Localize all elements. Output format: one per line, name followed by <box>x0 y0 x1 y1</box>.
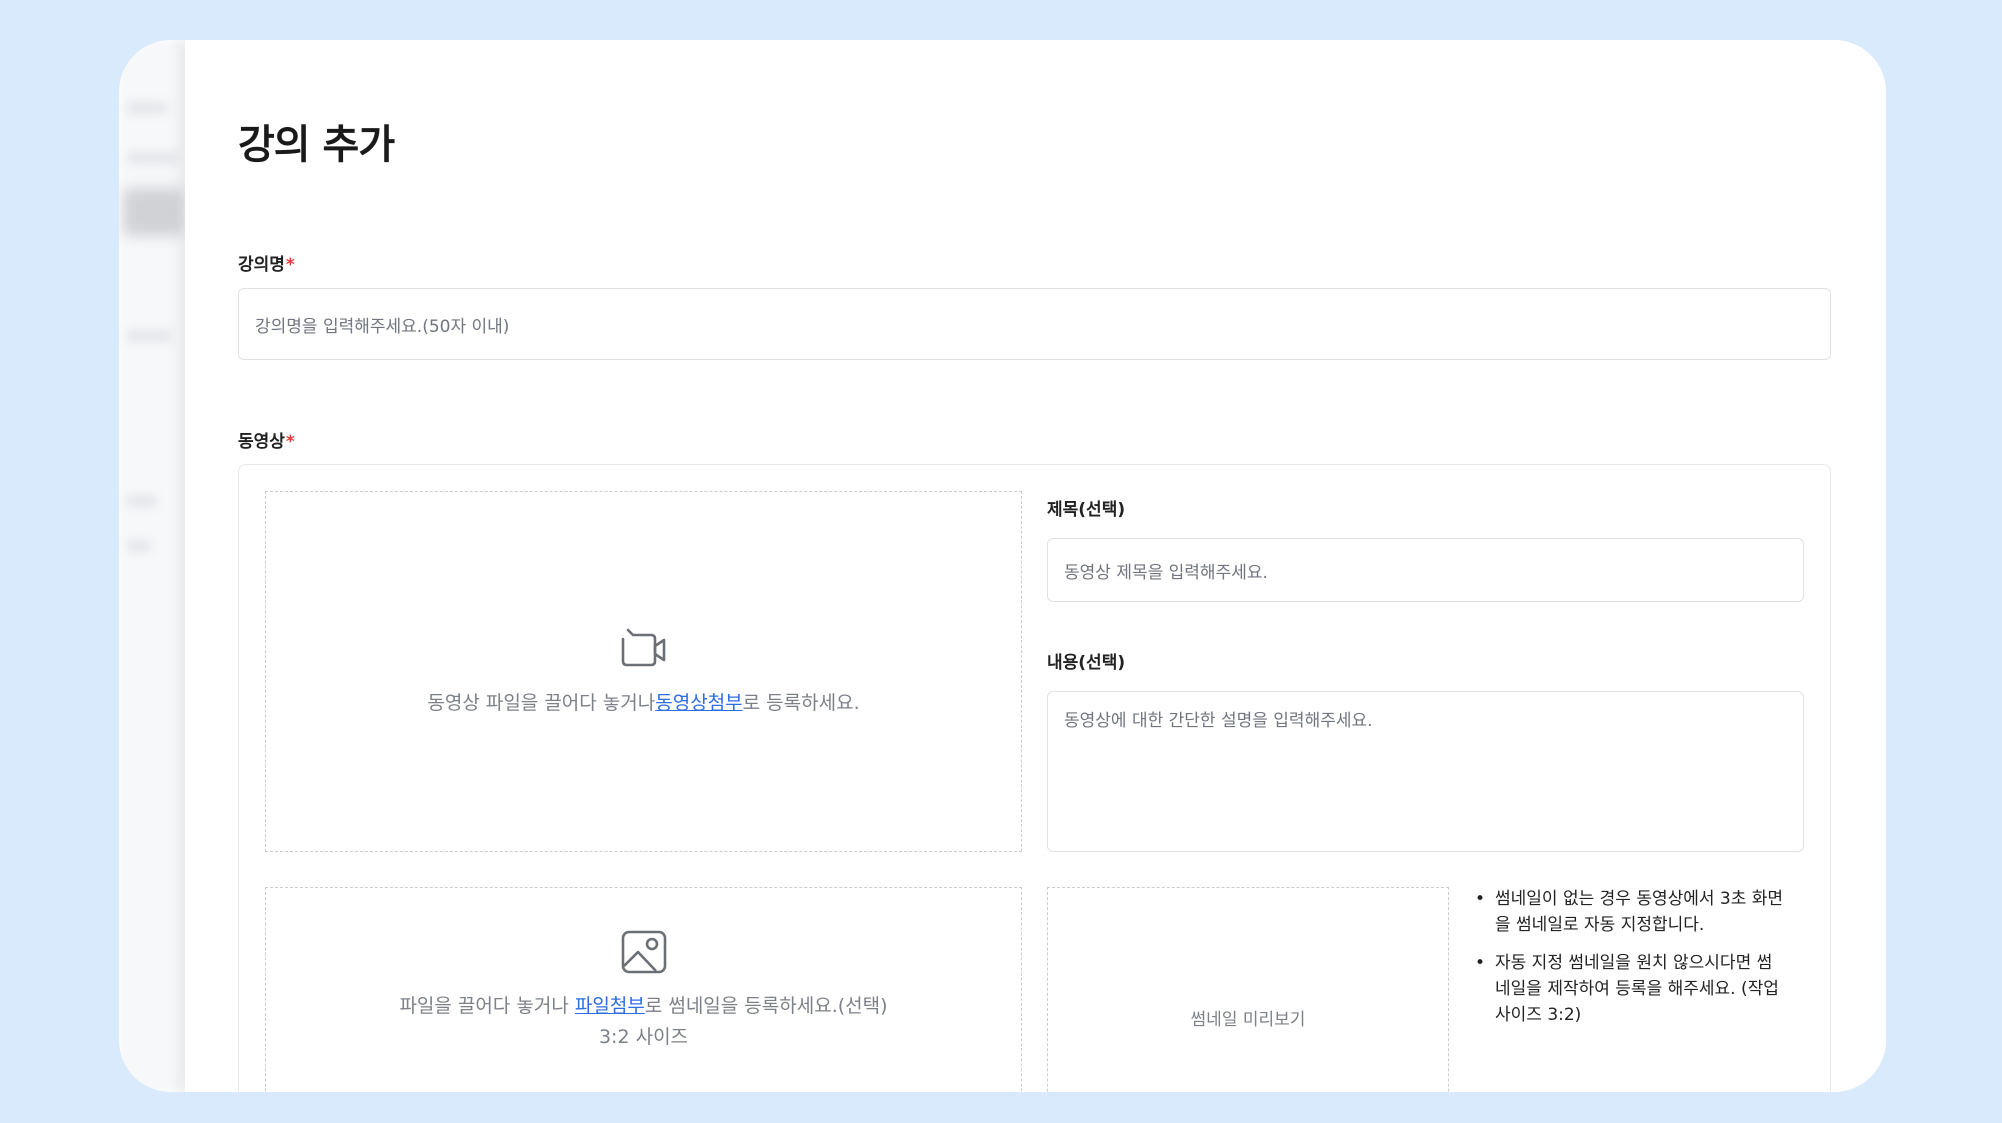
thumbnail-dropzone-text: 파일을 끌어다 놓거나 파일첨부로 썸네일을 등록하세요.(선택) <box>266 991 1021 1018</box>
video-dropzone-text: 동영상 파일을 끌어다 놓거나동영상첨부로 등록하세요. <box>266 688 1021 715</box>
video-label: 동영상* <box>238 427 295 452</box>
video-section: 동영상 파일을 끌어다 놓거나동영상첨부로 등록하세요. 제목(선택) 동영상 … <box>238 464 1831 1092</box>
blurred-text <box>127 540 151 552</box>
lecture-name-input[interactable]: 강의명을 입력해주세요.(50자 이내) <box>238 288 1831 360</box>
thumbnail-preview-label: 썸네일 미리보기 <box>1190 1009 1306 1030</box>
video-title-placeholder: 동영상 제목을 입력해주세요. <box>1064 562 1268 583</box>
add-lecture-panel: 강의 추가 강의명* 강의명을 입력해주세요.(50자 이내) 동영상* 동영상… <box>185 40 1886 1092</box>
video-content-label: 내용(선택) <box>1047 653 1126 673</box>
blurred-text <box>127 495 157 507</box>
blurred-text <box>127 152 177 164</box>
video-title-label: 제목(선택) <box>1047 500 1126 520</box>
blurred-text <box>127 102 167 114</box>
video-content-placeholder: 동영상에 대한 간단한 설명을 입력해주세요. <box>1064 711 1373 731</box>
thumbnail-dropzone[interactable]: 파일을 끌어다 놓거나 파일첨부로 썸네일을 등록하세요.(선택) 3:2 사이… <box>265 887 1022 1092</box>
thumbnail-size-hint: 3:2 사이즈 <box>598 1026 689 1048</box>
blurred-text <box>127 330 171 342</box>
thumbnail-dropzone-text-before: 파일을 끌어다 놓거나 <box>399 995 575 1017</box>
background-page-blurred <box>119 40 187 1092</box>
video-dropzone[interactable]: 동영상 파일을 끌어다 놓거나동영상첨부로 등록하세요. <box>265 491 1022 852</box>
thumbnail-note: 썸네일이 없는 경우 동영상에서 3초 화면을 썸네일로 자동 지정합니다. <box>1475 886 1785 938</box>
modal-card: 강의 추가 강의명* 강의명을 입력해주세요.(50자 이내) 동영상* 동영상… <box>119 40 1886 1092</box>
thumbnail-dropzone-text-after: 로 썸네일을 등록하세요.(선택) <box>644 995 888 1017</box>
thumbnail-preview: 썸네일 미리보기 <box>1047 887 1449 1092</box>
video-attach-link[interactable]: 동영상첨부 <box>655 692 742 714</box>
thumbnail-notes: 썸네일이 없는 경우 동영상에서 3초 화면을 썸네일로 자동 지정합니다. 자… <box>1475 886 1785 1040</box>
video-camera-icon <box>621 628 665 667</box>
thumbnail-note: 자동 지정 썸네일을 원치 않으시다면 썸네일을 제작하여 등록을 해주세요. … <box>1475 950 1785 1028</box>
video-dropzone-text-before: 동영상 파일을 끌어다 놓거나 <box>427 692 656 714</box>
video-title-input[interactable]: 동영상 제목을 입력해주세요. <box>1047 538 1804 602</box>
lecture-name-label-text: 강의명 <box>238 255 285 275</box>
page-title: 강의 추가 <box>238 122 395 168</box>
video-content-textarea[interactable]: 동영상에 대한 간단한 설명을 입력해주세요. <box>1047 691 1804 852</box>
video-dropzone-text-after: 로 등록하세요. <box>742 692 860 714</box>
required-mark: * <box>285 432 295 452</box>
required-mark: * <box>285 255 295 275</box>
file-attach-link[interactable]: 파일첨부 <box>575 995 645 1017</box>
lecture-name-label: 강의명* <box>238 250 295 275</box>
image-icon <box>621 930 666 974</box>
lecture-name-placeholder: 강의명을 입력해주세요.(50자 이내) <box>255 316 510 337</box>
blurred-heading <box>123 188 183 236</box>
video-label-text: 동영상 <box>238 432 285 452</box>
